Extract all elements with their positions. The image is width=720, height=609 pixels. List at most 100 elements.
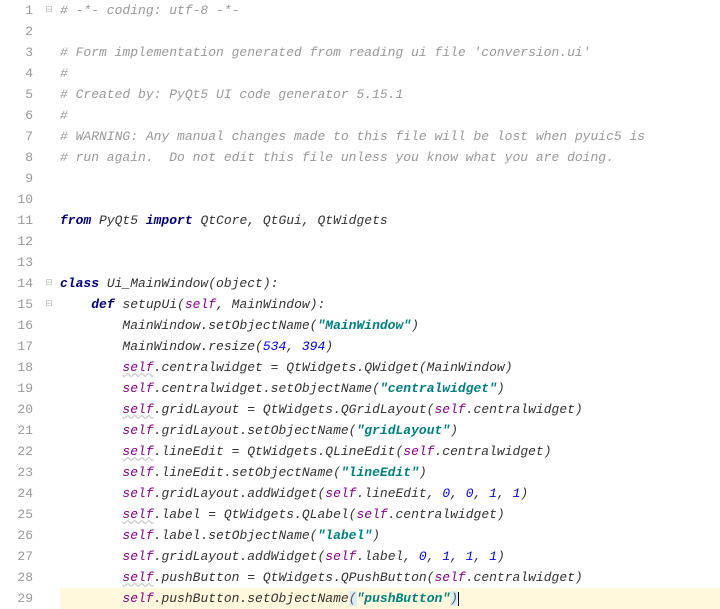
- line-number: 15: [0, 294, 33, 315]
- code-editor[interactable]: 1234567891011121314151617181920212223242…: [0, 0, 720, 604]
- fold-spacer: [42, 483, 56, 504]
- token-id: .gridLayout.addWidget(: [154, 549, 326, 564]
- code-line[interactable]: [60, 168, 720, 189]
- line-number: 12: [0, 231, 33, 252]
- fold-spacer: [42, 84, 56, 105]
- token-id: MainWindow.resize(: [122, 339, 262, 354]
- line-number: 13: [0, 252, 33, 273]
- token-id: ): [497, 549, 505, 564]
- fold-spacer: [42, 252, 56, 273]
- code-line[interactable]: self.lineEdit = QtWidgets.QLineEdit(self…: [60, 441, 720, 462]
- code-line[interactable]: [60, 189, 720, 210]
- code-line[interactable]: # Created by: PyQt5 UI code generator 5.…: [60, 84, 720, 105]
- code-line[interactable]: self.gridLayout.setObjectName("gridLayou…: [60, 420, 720, 441]
- token-cm: #: [60, 66, 68, 81]
- line-number: 18: [0, 357, 33, 378]
- token-id: ,: [427, 549, 443, 564]
- fold-spacer: [42, 63, 56, 84]
- fold-spacer: [42, 231, 56, 252]
- token-cm: #: [60, 108, 68, 123]
- code-line[interactable]: # WARNING: Any manual changes made to th…: [60, 126, 720, 147]
- line-number: 23: [0, 462, 33, 483]
- fold-spacer: [42, 378, 56, 399]
- line-number: 3: [0, 42, 33, 63]
- code-line[interactable]: MainWindow.setObjectName("MainWindow"): [60, 315, 720, 336]
- token-id: .gridLayout.setObjectName(: [154, 423, 357, 438]
- fold-toggle-icon[interactable]: [42, 0, 56, 21]
- token-id: .gridLayout = QtWidgets.QGridLayout(: [154, 402, 435, 417]
- code-line[interactable]: #: [60, 63, 720, 84]
- code-line[interactable]: # -*- coding: utf-8 -*-: [60, 0, 720, 21]
- code-line[interactable]: self.pushButton = QtWidgets.QPushButton(…: [60, 567, 720, 588]
- fold-spacer: [42, 546, 56, 567]
- fold-spacer: [42, 504, 56, 525]
- line-number: 16: [0, 315, 33, 336]
- token-id: ,: [450, 486, 466, 501]
- line-number: 20: [0, 399, 33, 420]
- token-id: .lineEdit,: [357, 486, 443, 501]
- token-self: self: [122, 423, 153, 438]
- code-line[interactable]: self.centralwidget = QtWidgets.QWidget(M…: [60, 357, 720, 378]
- line-number: 2: [0, 21, 33, 42]
- token-id: .centralwidget): [388, 507, 505, 522]
- line-number: 9: [0, 168, 33, 189]
- token-num: 0: [442, 486, 450, 501]
- line-number: 28: [0, 567, 33, 588]
- token-id: , MainWindow):: [216, 297, 325, 312]
- code-line[interactable]: self.label.setObjectName("label"): [60, 525, 720, 546]
- token-id: QtCore, QtGui, QtWidgets: [200, 213, 387, 228]
- token-id: .lineEdit.setObjectName(: [154, 465, 341, 480]
- fold-spacer: [42, 42, 56, 63]
- fold-toggle-icon[interactable]: [42, 294, 56, 315]
- token-self: self: [435, 402, 466, 417]
- code-line[interactable]: self.centralwidget.setObjectName("centra…: [60, 378, 720, 399]
- code-line[interactable]: #: [60, 105, 720, 126]
- token-id: ,: [474, 486, 490, 501]
- token-id: .centralwidget): [466, 570, 583, 585]
- code-line[interactable]: [60, 21, 720, 42]
- fold-spacer: [42, 588, 56, 609]
- fold-spacer: [42, 441, 56, 462]
- fold-toggle-icon[interactable]: [42, 273, 56, 294]
- token-kw: def: [91, 297, 122, 312]
- token-cm: # WARNING: Any manual changes made to th…: [60, 129, 645, 144]
- token-self: self: [403, 444, 434, 459]
- line-number: 1: [0, 0, 33, 21]
- code-line[interactable]: MainWindow.resize(534, 394): [60, 336, 720, 357]
- code-line[interactable]: self.gridLayout.addWidget(self.label, 0,…: [60, 546, 720, 567]
- token-self: self: [122, 549, 153, 564]
- token-id: .centralwidget): [435, 444, 552, 459]
- token-id: ): [497, 381, 505, 396]
- code-line[interactable]: self.pushButton.setObjectName("pushButto…: [60, 588, 720, 609]
- line-number: 25: [0, 504, 33, 525]
- code-line[interactable]: # run again. Do not edit this file unles…: [60, 147, 720, 168]
- fold-spacer: [42, 210, 56, 231]
- code-line[interactable]: self.lineEdit.setObjectName("lineEdit"): [60, 462, 720, 483]
- token-self: self: [356, 507, 387, 522]
- line-number: 5: [0, 84, 33, 105]
- code-line[interactable]: from PyQt5 import QtCore, QtGui, QtWidge…: [60, 210, 720, 231]
- code-line[interactable]: self.label = QtWidgets.QLabel(self.centr…: [60, 504, 720, 525]
- fold-spacer: [42, 357, 56, 378]
- token-num: 534: [263, 339, 286, 354]
- code-line[interactable]: def setupUi(self, MainWindow):: [60, 294, 720, 315]
- token-id: ,: [497, 486, 513, 501]
- token-id: .gridLayout.addWidget(: [154, 486, 326, 501]
- code-line[interactable]: self.gridLayout = QtWidgets.QGridLayout(…: [60, 399, 720, 420]
- code-line[interactable]: [60, 231, 720, 252]
- token-id: PyQt5: [99, 213, 146, 228]
- code-line[interactable]: self.gridLayout.addWidget(self.lineEdit,…: [60, 483, 720, 504]
- fold-spacer: [42, 147, 56, 168]
- line-number: 7: [0, 126, 33, 147]
- token-num: 1: [489, 486, 497, 501]
- code-line[interactable]: class Ui_MainWindow(object):: [60, 273, 720, 294]
- token-id: Ui_MainWindow(: [107, 276, 216, 291]
- token-selfw: self: [122, 444, 153, 459]
- line-number: 26: [0, 525, 33, 546]
- token-selfw: self: [122, 402, 153, 417]
- line-number: 10: [0, 189, 33, 210]
- code-line[interactable]: [60, 252, 720, 273]
- line-number: 8: [0, 147, 33, 168]
- code-line[interactable]: # Form implementation generated from rea…: [60, 42, 720, 63]
- code-area[interactable]: # -*- coding: utf-8 -*- # Form implementa…: [56, 0, 720, 604]
